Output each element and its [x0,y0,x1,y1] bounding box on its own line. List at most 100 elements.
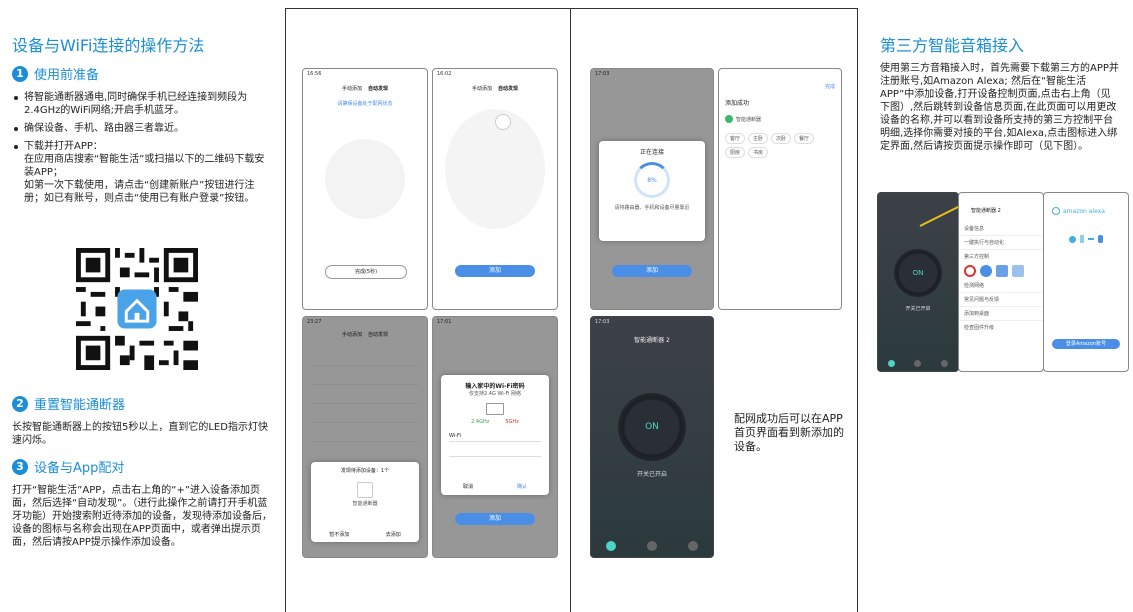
settings-tab-icon[interactable] [941,359,949,367]
status-text: 开关已开启 [636,471,667,478]
wifi-field[interactable]: Wi-Fi [449,433,541,442]
phone-device-info: 智能通断器 2 设备信息 一键执行与自动化 第三方控制 检测网络 常见问题与反馈… [958,192,1044,372]
prep-list: 将智能通断器通电,同时确保手机已经连接到频段为2.4GHz的WiFi网络;开启手… [12,91,272,205]
list-item[interactable]: 检测网络 [959,279,1043,293]
popup-item: 智能通断器 [352,501,378,507]
tab-auto[interactable]: 自动发现 [368,85,388,92]
room-chip[interactable]: 书房 [748,147,769,158]
device-name: 智能通断器 [736,116,762,123]
go-add-button[interactable]: 去添加 [386,531,401,538]
on-label: ON [645,422,659,432]
google-assistant-icon[interactable] [980,265,992,277]
settings-tab-icon[interactable] [687,541,698,551]
alexa-icon[interactable] [964,265,976,277]
phone-searching: 16:02 手动添加 自动发现 添加 [432,68,558,310]
room-chip[interactable]: 客厅 [725,133,746,144]
progress-ring: 8% [634,162,670,198]
list-item[interactable]: 常见问题与反馈 [959,293,1043,307]
status-time: 16:02 [437,71,452,77]
list-item[interactable]: 一键执行与自动化 [959,236,1043,250]
amazon-login-button[interactable]: 登录Amazon账号 [1052,339,1120,349]
success-dot-icon [725,115,733,123]
qr-code [76,248,198,370]
found-popup: 发现待添加设备：1个 智能通断器 暂不添加 去添加 [311,462,419,542]
popup-title: 正在连接 [639,149,664,156]
phone-auto-discover: 16:56 手动添加 自动发现 请确保设备处于配网状态 完成(5秒) [302,68,428,310]
phone-device-home: 17:03 智能通断器 2 ON 开关已开启 [590,316,714,558]
list-item[interactable]: 设备信息 [959,222,1043,236]
phone-wifi-password: 17:01 输入家中的Wi-Fi密码 仅支持2.4G Wi-Fi 网络 2.4G… [432,316,558,558]
tab-manual[interactable]: 手动添加 [342,85,362,92]
wifi-label: Wi-Fi [449,433,461,439]
power-tab-icon[interactable] [887,359,895,367]
alexa-ring-icon [1052,207,1060,215]
device-title: 智能通断器 2 [634,337,670,344]
router-icon [486,403,504,415]
room-chip[interactable]: 主卧 [748,133,769,144]
section-text: 使用第三方音箱接入时，首先需要下载第三方的APP并注册账号,如Amazon Al… [880,63,1119,152]
room-chips: 客厅 主卧 次卧 餐厅 厨房 书房 [725,133,835,158]
list-item[interactable]: 检查固件升级 [959,321,1043,334]
tab-manual[interactable]: 手动添加 [472,85,492,92]
more-platform-icon[interactable] [1012,265,1024,277]
done-button[interactable]: 完成 [719,69,841,90]
timer-tab-icon[interactable] [914,359,922,367]
add-button[interactable]: 添加 [455,265,535,277]
step-number: 2 [12,395,28,412]
room-chip[interactable]: 次卧 [771,133,792,144]
step-2-heading: 2 重置智能通断器 [12,394,274,413]
page-title: 设备与WiFi连接的操作方法 [12,36,205,55]
step-title: 设备与App配对 [34,461,125,476]
timer-tab-icon[interactable] [646,541,657,551]
power-tab-icon[interactable] [606,541,617,551]
progress-percent: 8% [647,176,657,184]
cancel-button[interactable]: 暂不添加 [329,531,349,538]
wifi-popup: 输入家中的Wi-Fi密码 仅支持2.4G Wi-Fi 网络 2.4GHz 5GH… [441,375,549,495]
step-title: 重置智能通断器 [34,398,126,413]
confirm-button[interactable]: 确认 [517,483,527,490]
alexa-brand: amazon alexa [1063,207,1105,215]
step-title: 使用前准备 [34,68,100,83]
tab-bar [878,355,958,371]
divider-2 [570,8,571,612]
password-field[interactable] [449,448,541,457]
phone-connecting: 17:03 正在连接 8% 请将路由器、手机和设备尽量靠近 添加 [590,68,714,310]
phone-found-device: 23:27 手动添加 自动发现 发现待添加设备：1个 智能通断器 暂不添加 去添… [302,316,428,558]
add-button[interactable]: 添加 [455,513,535,525]
ghz-24-label: 2.4GHz [471,419,490,425]
cancel-button[interactable]: 取消 [463,483,473,490]
step-number: 3 [12,458,28,475]
step-3-text: 打开“智能生活”APP，点击右上角的“+”进入设备添加页面，然后选择“自动发现”… [12,485,272,548]
list-item: 下载并打开APP： 在应用商店搜索“智能生活”或扫描以下的二维码下载安装APP；… [12,140,272,205]
smart-speaker-icon[interactable] [996,265,1008,277]
tab-auto[interactable]: 自动发现 [498,85,518,92]
room-chip[interactable]: 餐厅 [794,133,815,144]
status-time: 17:03 [595,319,610,325]
on-label: ON [912,269,924,277]
list-item[interactable]: 添加到桌面 [959,307,1043,321]
list-item[interactable]: 第三方控制 [959,250,1043,263]
status-text: 开关已开启 [905,306,931,312]
popup-title: 输入家中的Wi-Fi密码 [465,383,525,390]
power-button[interactable]: ON [894,249,942,297]
radar-circle [445,109,545,229]
list-item: 确保设备、手机、路由器三者靠近。 [12,122,272,135]
settings-list: 设备信息 一键执行与自动化 第三方控制 检测网络 常见问题与反馈 添加到桌面 检… [959,222,1043,334]
step-3-heading: 3 设备与App配对 [12,457,274,476]
done-button[interactable]: 完成(5秒) [325,265,407,279]
platform-icons [959,263,1043,279]
add-button[interactable]: 添加 [612,265,692,277]
device-icon [357,482,373,498]
status-time: 16:56 [307,71,322,77]
info-title: 智能通断器 2 [971,208,1001,214]
step-number: 1 [12,65,28,82]
left-column-lower: 2 重置智能通断器 长按智能通断器上的按钮5秒以上，直到它的LED指示灯快速闪烁… [12,394,274,612]
power-button[interactable]: ON [618,393,686,461]
popup-text: 请将路由器、手机和设备尽量靠近 [614,205,690,211]
radar-circle [325,139,405,219]
device-icon [495,114,511,130]
divider-3 [857,8,858,612]
top-rule [285,8,858,9]
section-title: 第三方智能音箱接入 [880,36,1025,55]
room-chip[interactable]: 厨房 [725,147,746,158]
